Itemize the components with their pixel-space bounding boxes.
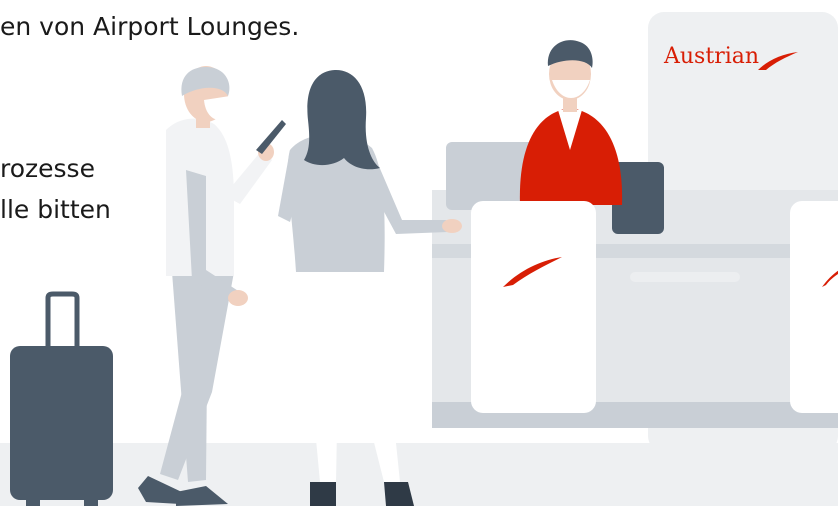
- woman-hand: [442, 219, 462, 233]
- traveler-man-figure: [138, 66, 286, 506]
- airport-check-in-illustration: en von Airport Lounges. rozesse lle bitt…: [0, 0, 838, 506]
- suitcase: [10, 291, 113, 506]
- agent-mask: [552, 80, 590, 98]
- woman-shoe-left: [310, 482, 336, 506]
- austrian-swoosh-icon: [758, 52, 798, 70]
- counter-panel-right: [790, 201, 838, 413]
- floor: [0, 443, 838, 506]
- illustration-svg: [0, 12, 838, 506]
- suitcase-body: [10, 346, 113, 500]
- intro-text-line-3: lle bitten: [0, 195, 111, 224]
- brand-name: Austrian: [664, 44, 760, 69]
- desk-slot: [630, 272, 740, 282]
- counter-panel-left: [471, 201, 596, 413]
- agent-figure: [519, 40, 623, 205]
- woman-hair: [304, 70, 380, 170]
- man-hand-near: [228, 290, 248, 306]
- intro-text-line-2: rozesse: [0, 154, 95, 183]
- suitcase-wheel-right: [84, 498, 98, 506]
- suitcase-handle: [45, 291, 80, 348]
- intro-text-line-1: en von Airport Lounges.: [0, 12, 300, 41]
- suitcase-wheel-left: [26, 498, 40, 506]
